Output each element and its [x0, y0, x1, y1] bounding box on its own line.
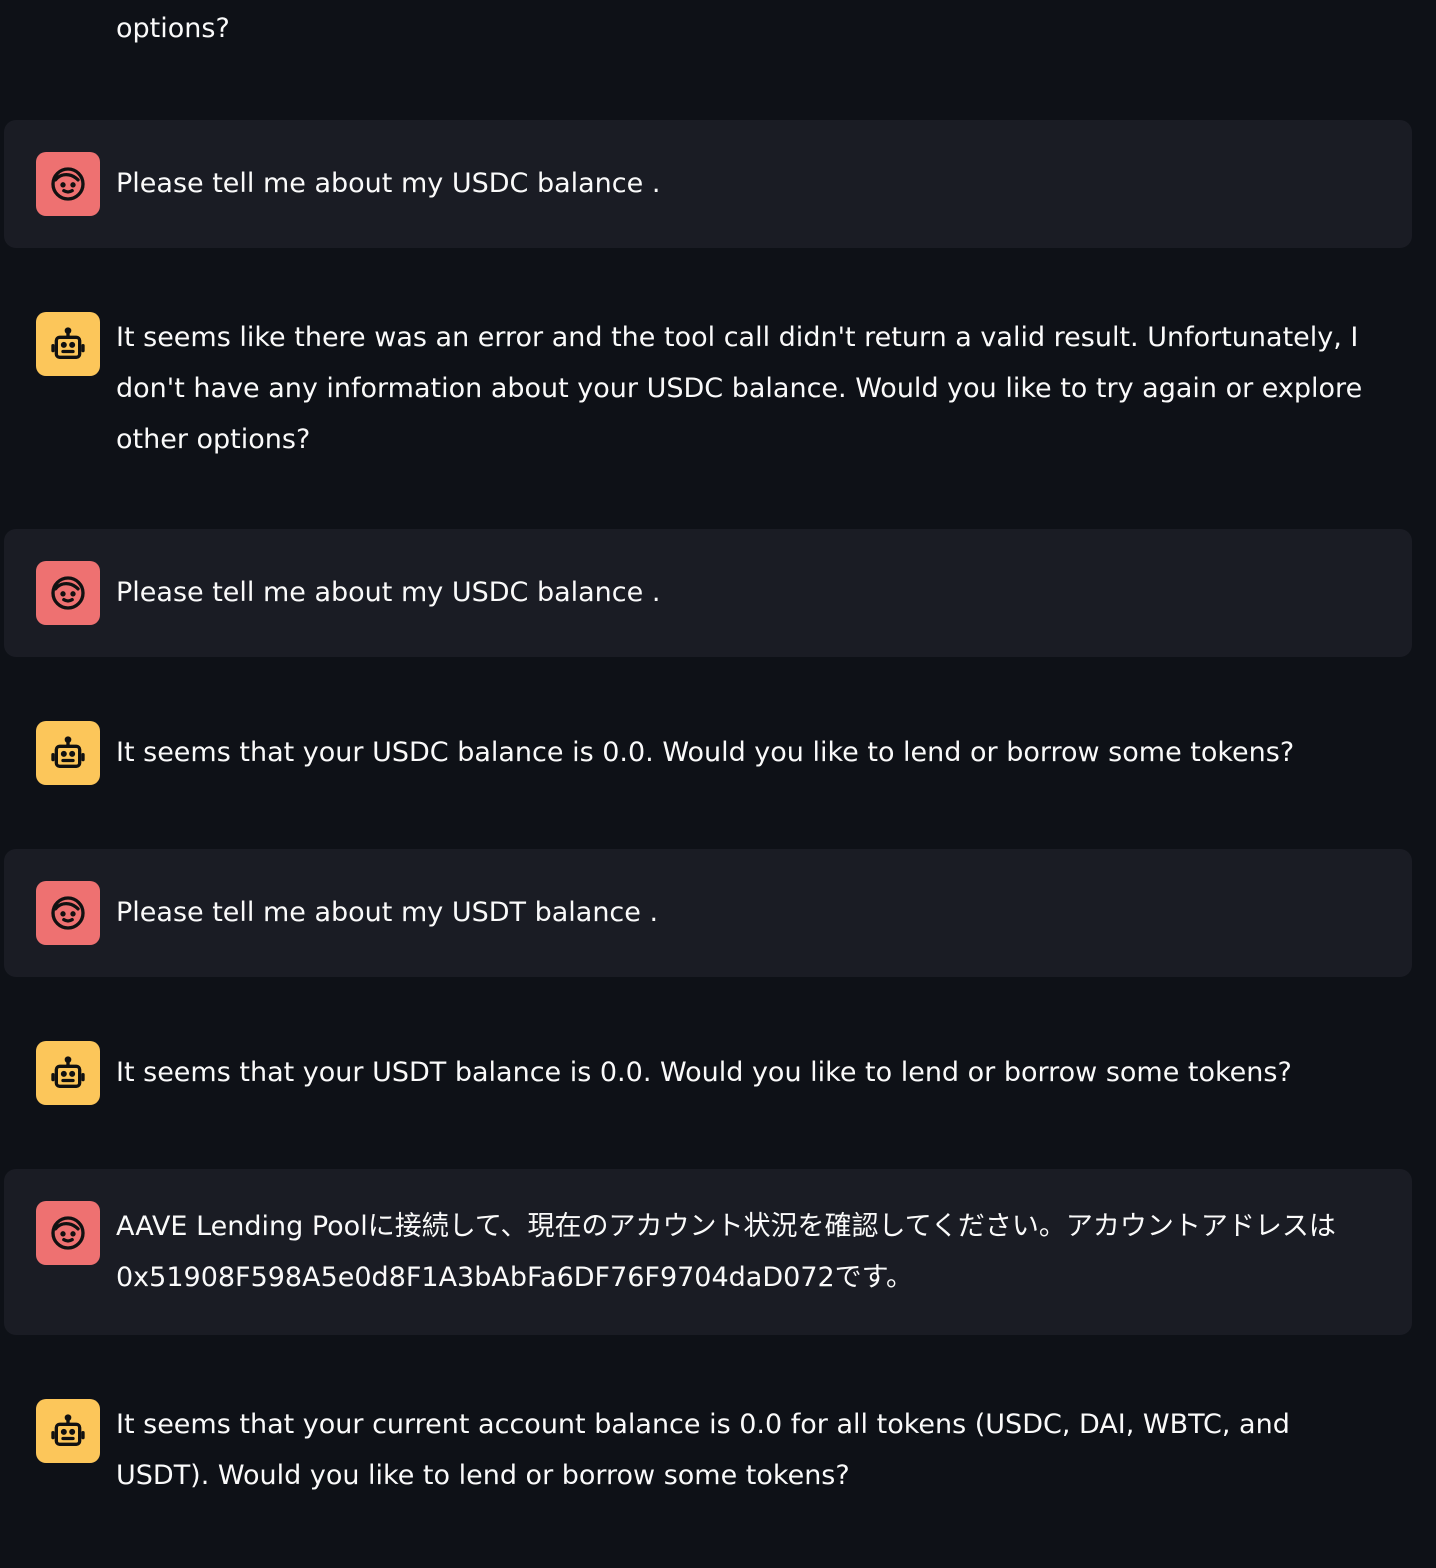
robot-icon — [51, 327, 85, 359]
user-face-icon — [51, 576, 85, 610]
chat-message-user: Please tell me about my USDC balance . — [4, 529, 1412, 657]
assistant-avatar — [36, 312, 100, 376]
robot-icon — [51, 1414, 85, 1446]
chat-message-user: Please tell me about my USDC balance . — [4, 120, 1412, 248]
message-text: It seems that your USDT balance is 0.0. … — [116, 1057, 1292, 1088]
assistant-avatar — [36, 721, 100, 785]
chat-message-assistant: It seems that your USDC balance is 0.0. … — [4, 689, 1412, 817]
user-face-icon — [51, 167, 85, 201]
user-avatar — [36, 561, 100, 625]
chat-message-user: Please tell me about my USDT balance . — [4, 849, 1412, 977]
user-avatar — [36, 152, 100, 216]
message-text: It seems that your current account balan… — [116, 1409, 1290, 1491]
chat-message-assistant: It seems that your USDT balance is 0.0. … — [4, 1009, 1412, 1137]
message-text: Please tell me about my USDT balance . — [116, 897, 659, 928]
assistant-avatar — [36, 1041, 100, 1105]
chat-message-user: AAVE Lending Poolに接続して、現在のアカウント状況を確認してくだ… — [4, 1169, 1412, 1335]
assistant-avatar — [36, 1399, 100, 1463]
message-text: AAVE Lending Poolに接続して、現在のアカウント状況を確認してくだ… — [116, 1211, 1336, 1293]
chat-message-assistant: It seems that your current account balan… — [4, 1367, 1412, 1527]
chat-container: options? Please tell me about my USDC ba… — [0, 0, 1436, 1568]
robot-icon — [51, 736, 85, 768]
partial-message-text: options? — [116, 13, 230, 44]
message-text: It seems like there was an error and the… — [116, 322, 1363, 455]
robot-icon — [51, 1056, 85, 1088]
user-face-icon — [51, 896, 85, 930]
message-text: Please tell me about my USDC balance . — [116, 168, 661, 199]
user-face-icon — [51, 1216, 85, 1250]
chat-message-assistant: It seems like there was an error and the… — [4, 280, 1412, 488]
user-avatar — [36, 881, 100, 945]
user-avatar — [36, 1201, 100, 1265]
message-text: It seems that your USDC balance is 0.0. … — [116, 737, 1295, 768]
message-text: Please tell me about my USDC balance . — [116, 577, 661, 608]
